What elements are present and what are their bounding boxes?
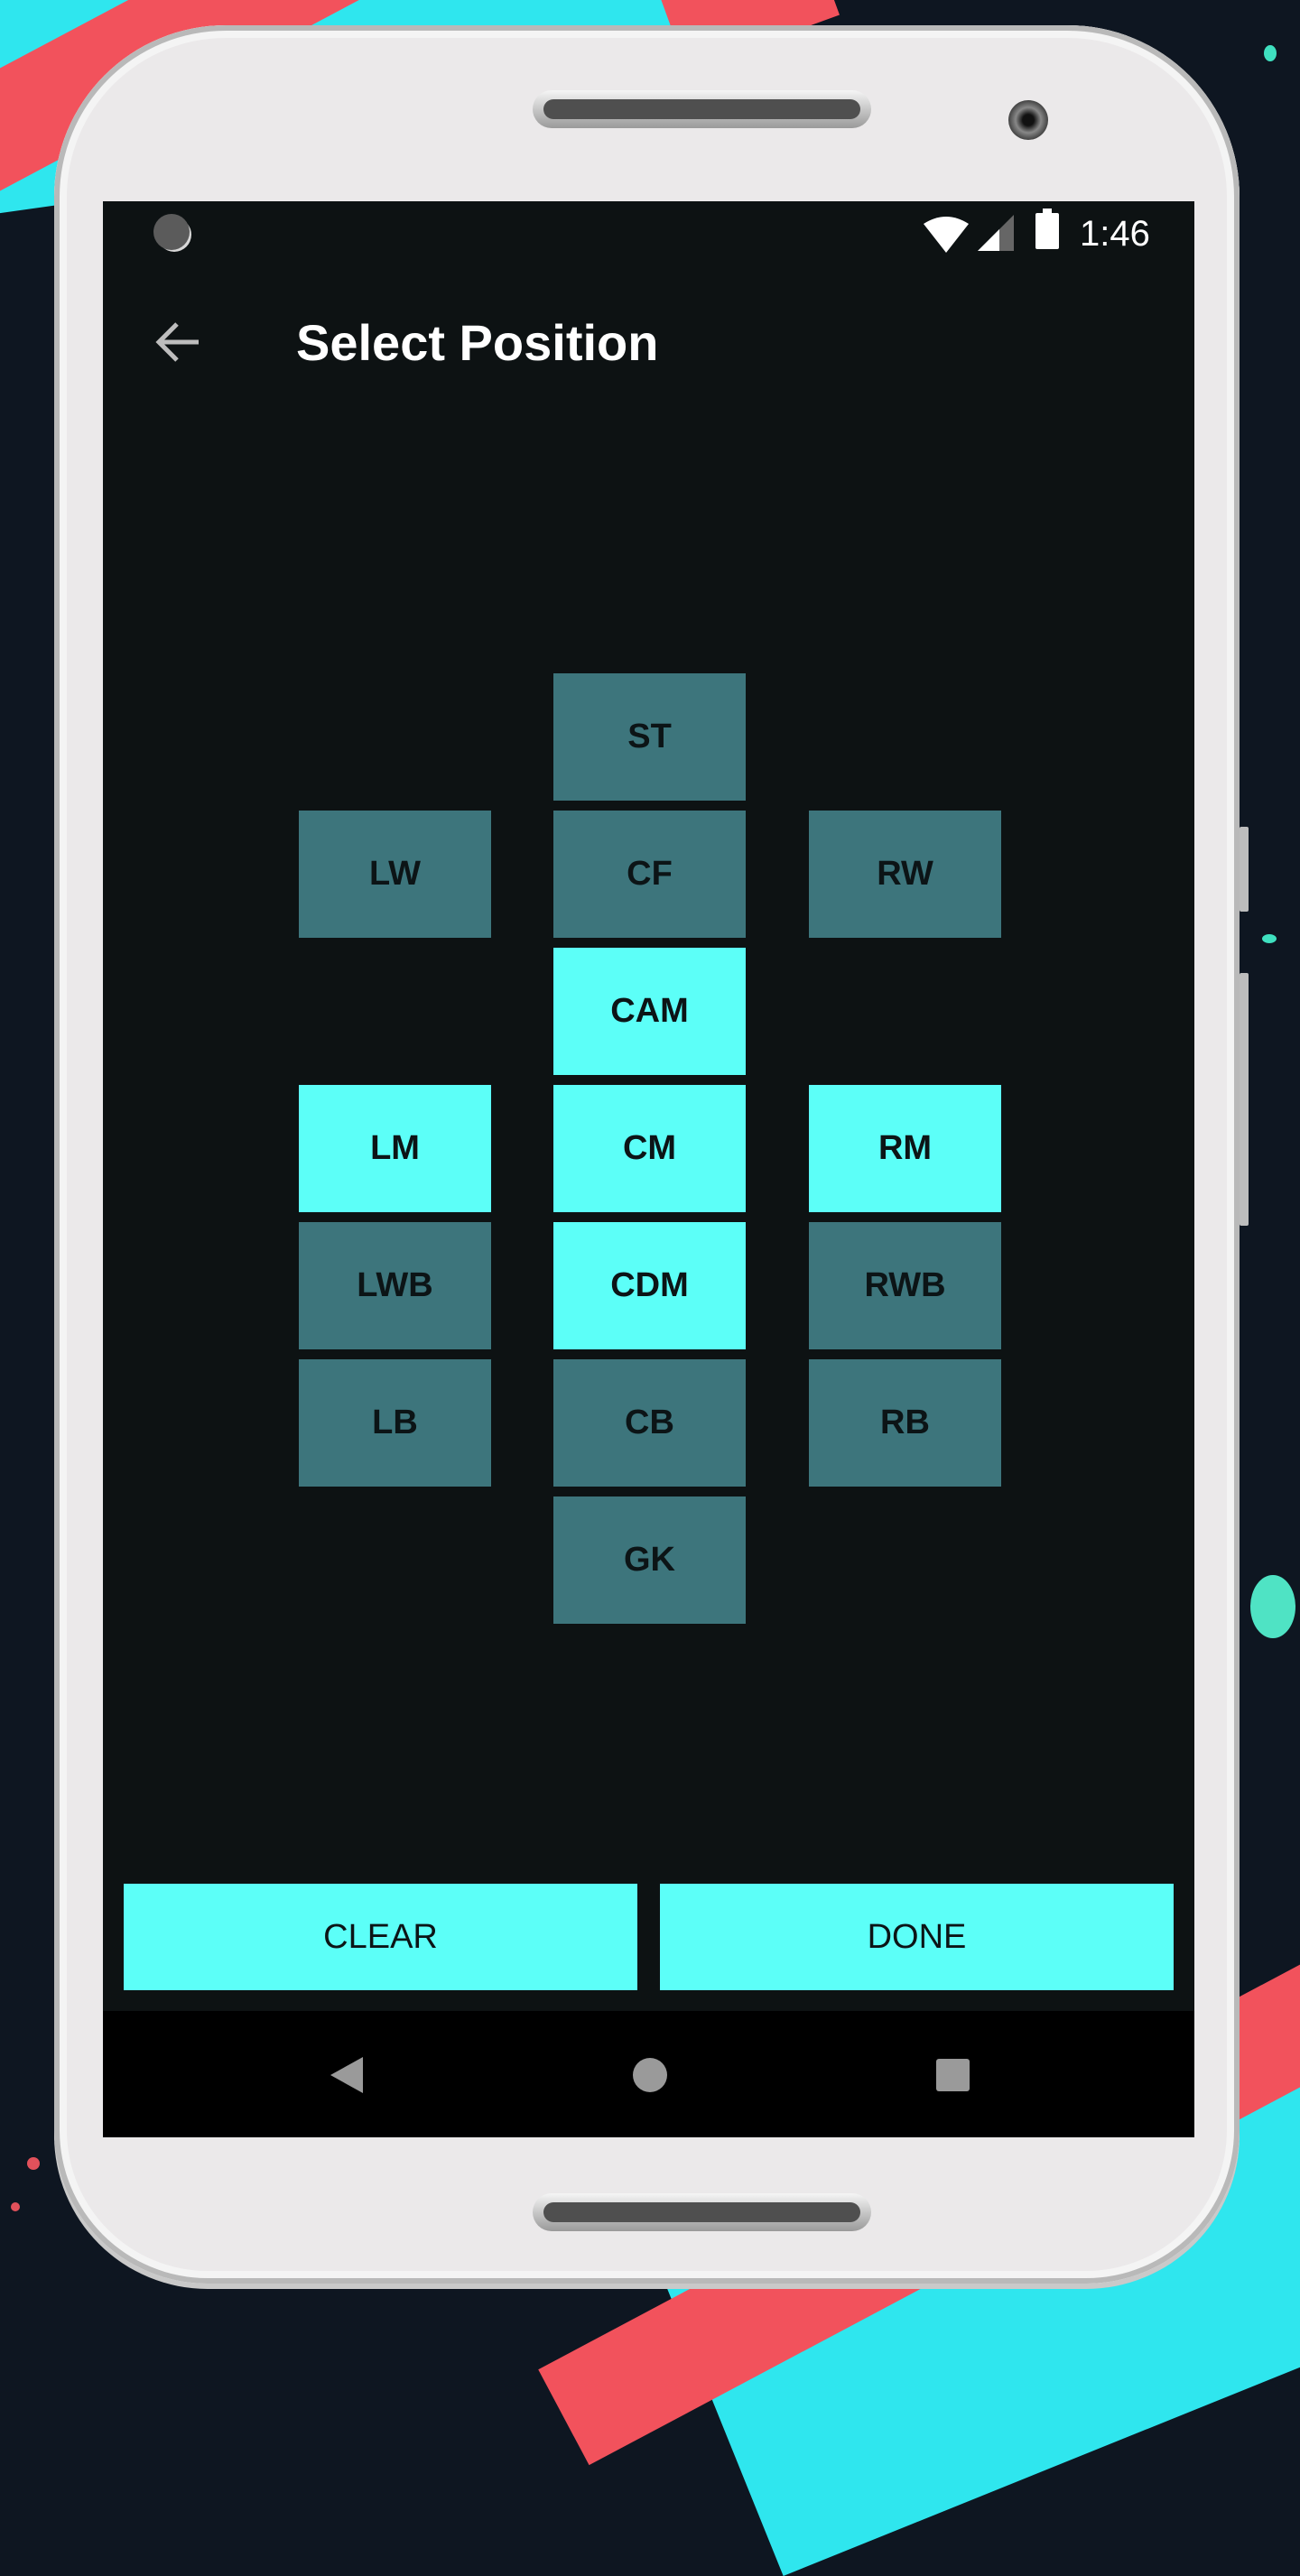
position-tile-lm[interactable]: LM (299, 1085, 491, 1212)
tile-label: LB (372, 1404, 418, 1441)
tile-label: LM (370, 1129, 420, 1167)
position-tile-lw[interactable]: LW (299, 811, 491, 938)
position-tile-rw[interactable]: RW (809, 811, 1001, 938)
nav-recents-icon[interactable] (936, 2059, 970, 2091)
position-tile-lb[interactable]: LB (299, 1359, 491, 1487)
background-dot (11, 2202, 20, 2211)
tile-label: RB (880, 1404, 930, 1441)
position-tile-rm[interactable]: RM (809, 1085, 1001, 1212)
tile-label: RWB (864, 1266, 946, 1304)
position-tile-rwb[interactable]: RWB (809, 1222, 1001, 1349)
page-title: Select Position (296, 314, 659, 371)
position-tile-rb[interactable]: RB (809, 1359, 1001, 1487)
tile-label: CB (625, 1404, 674, 1441)
position-tile-cm[interactable]: CM (553, 1085, 746, 1212)
position-tile-cdm[interactable]: CDM (553, 1222, 746, 1349)
tile-label: ST (627, 718, 672, 755)
position-tile-lwb[interactable]: LWB (299, 1222, 491, 1349)
background-dot (1250, 1575, 1295, 1638)
status-time: 1:46 (1080, 214, 1150, 254)
signal-icon (978, 215, 1014, 251)
wifi-icon (924, 217, 969, 253)
volume-button (1240, 827, 1249, 912)
tile-label: CAM (610, 992, 689, 1030)
position-tile-cb[interactable]: CB (553, 1359, 746, 1487)
tile-label: LW (369, 855, 421, 893)
power-button (1240, 973, 1249, 1226)
status-bar: 1:46 (103, 201, 1194, 264)
done-button[interactable]: DONE (660, 1884, 1174, 1990)
clear-button[interactable]: CLEAR (124, 1884, 637, 1990)
arrow-left-icon[interactable] (153, 317, 204, 367)
nav-back-icon[interactable] (330, 2057, 363, 2093)
screen: 1:46 Select Position ST LW CF RW CAM LM … (103, 201, 1194, 2137)
tile-label: CF (627, 855, 673, 893)
position-tile-cf[interactable]: CF (553, 811, 746, 938)
earpiece-speaker (533, 90, 871, 128)
sync-icon (153, 214, 190, 250)
tile-label: LWB (357, 1266, 433, 1304)
tile-label: RW (877, 855, 933, 893)
app-bar: Select Position (103, 292, 1194, 391)
background-dot (27, 2157, 40, 2170)
tile-label: CM (622, 1129, 677, 1167)
battery-icon (1035, 208, 1059, 249)
navigation-bar (103, 2011, 1194, 2137)
nav-home-icon[interactable] (633, 2058, 667, 2092)
background-dot (1264, 45, 1277, 61)
position-tile-cam[interactable]: CAM (553, 948, 746, 1075)
position-tile-gk[interactable]: GK (553, 1496, 746, 1624)
background-dot (1262, 934, 1277, 943)
front-camera (1008, 100, 1048, 140)
bottom-speaker (533, 2193, 871, 2231)
tile-label: GK (624, 1541, 675, 1579)
tile-label: CDM (610, 1266, 689, 1304)
position-tile-st[interactable]: ST (553, 673, 746, 801)
tile-label: RM (878, 1129, 933, 1167)
